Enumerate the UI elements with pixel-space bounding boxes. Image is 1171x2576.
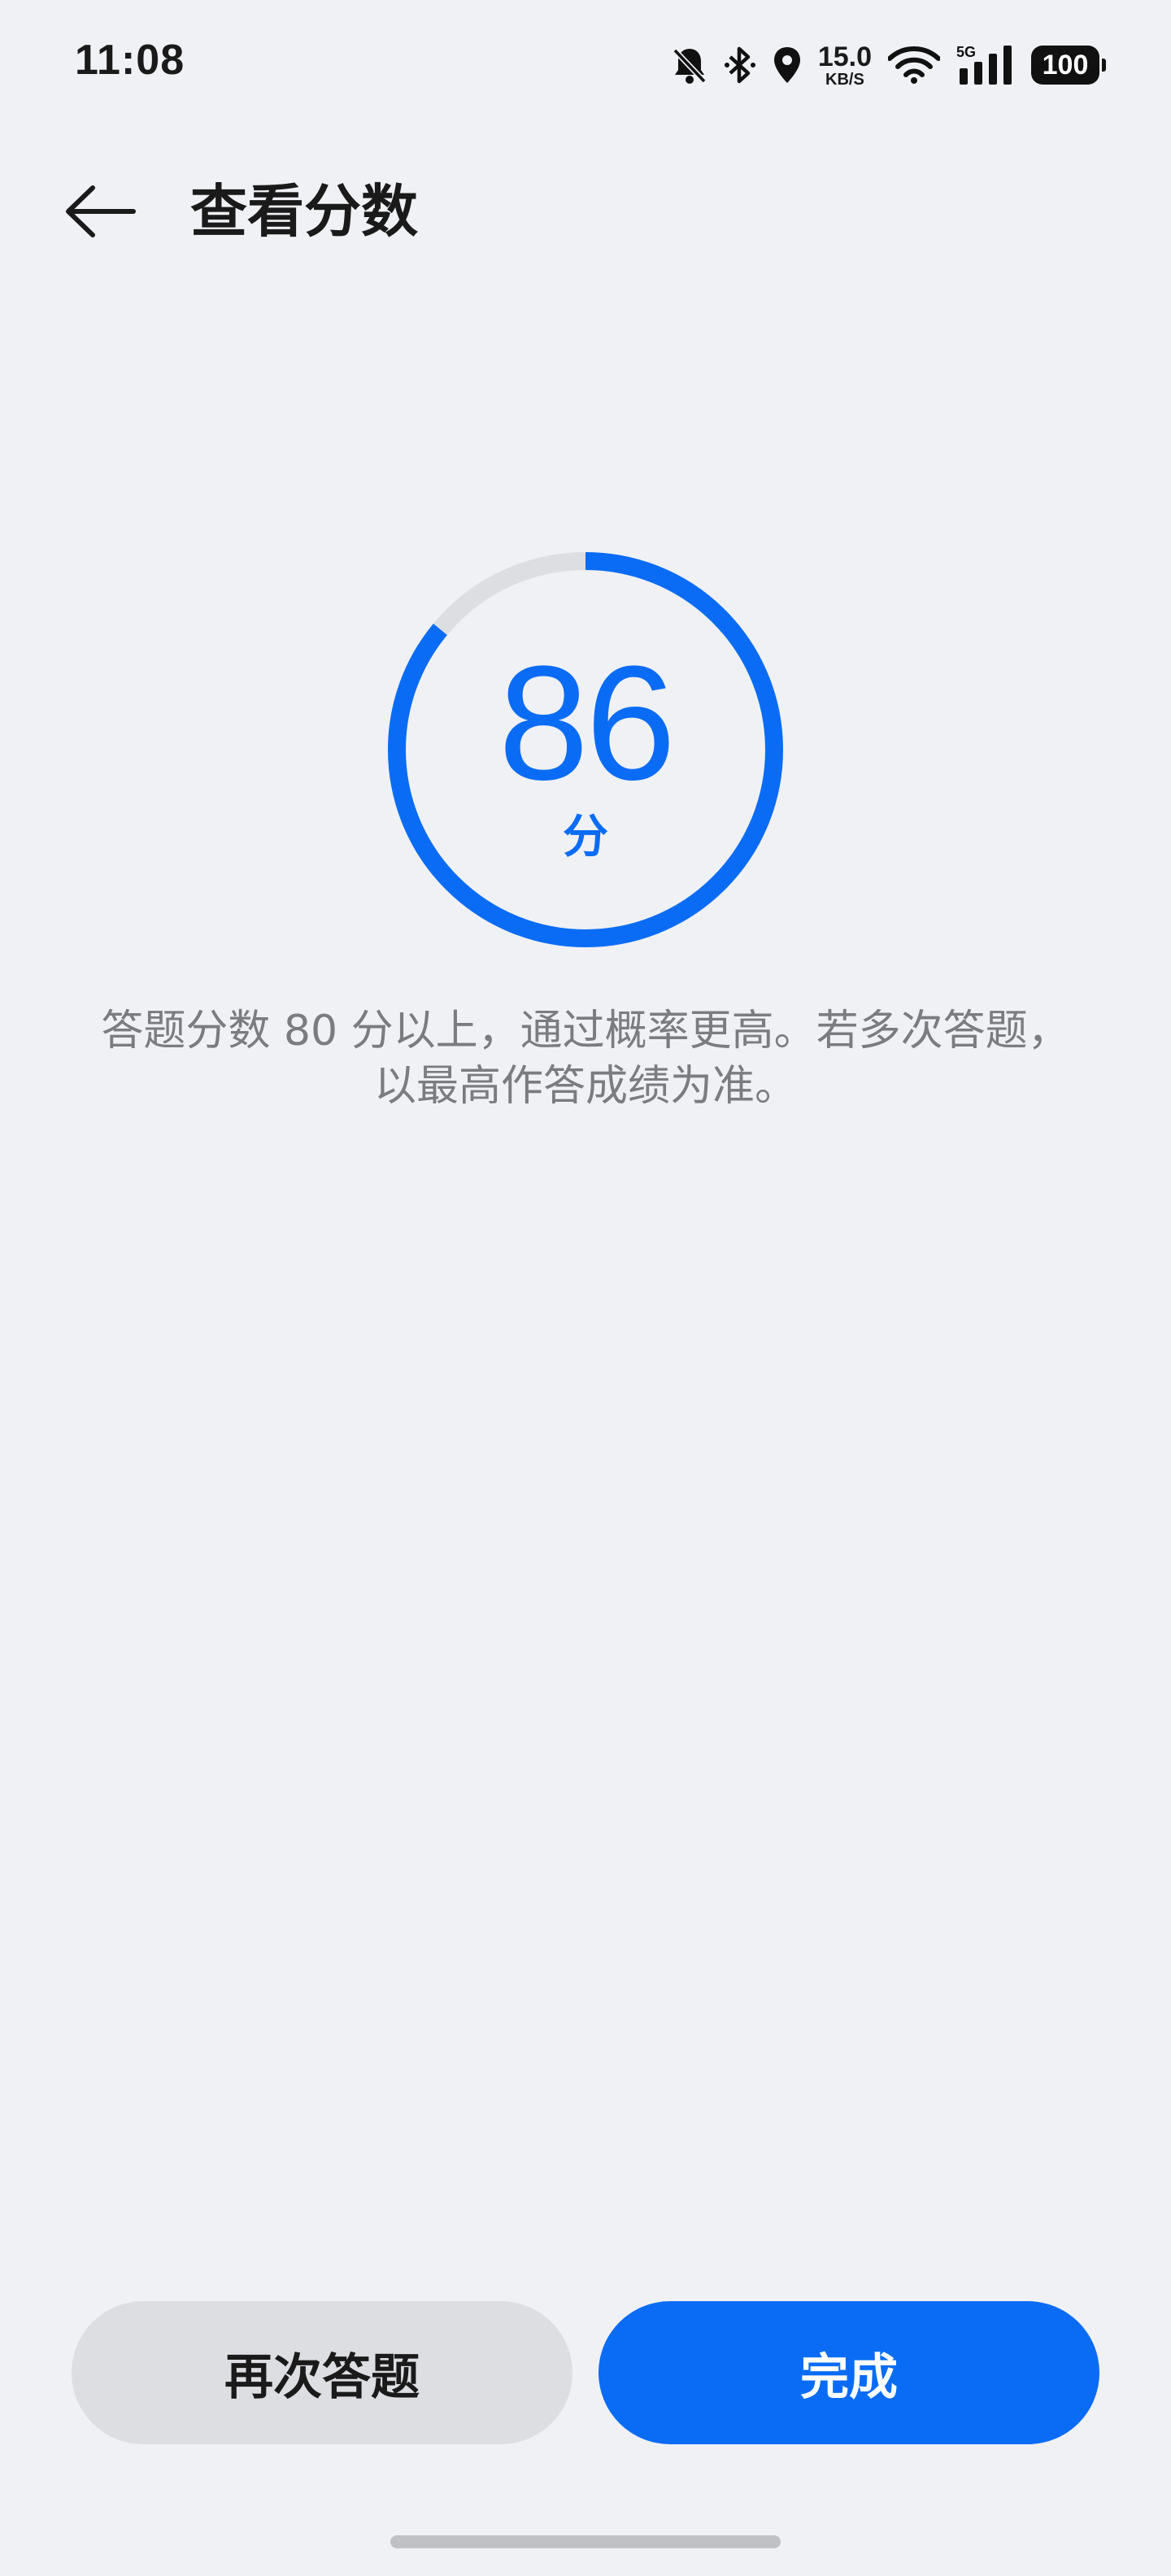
battery-icon: 100: [1031, 46, 1106, 85]
score-unit: 分: [563, 811, 608, 864]
mute-bell-icon: [672, 46, 707, 85]
network-type-label: 5G: [956, 44, 976, 60]
battery-level: 100: [1042, 49, 1089, 80]
score-ring: 86 分: [382, 546, 789, 953]
status-bar: 11:08 15.0 KB/S 5G 100: [0, 0, 1171, 130]
back-arrow-icon: [66, 185, 136, 237]
back-button[interactable]: [55, 174, 145, 249]
status-icons: 15.0 KB/S 5G 100: [672, 39, 1106, 91]
done-button[interactable]: 完成: [599, 2301, 1099, 2444]
score-description: 答题分数 80 分以上，通过概率更高。若多次答题，以最高作答成绩为准。: [101, 1007, 1070, 1111]
network-speed: 15.0 KB/S: [818, 43, 872, 88]
home-indicator[interactable]: [390, 2535, 781, 2548]
location-icon: [773, 46, 802, 85]
score-value: 86: [498, 633, 676, 814]
page-title: 查看分数: [190, 178, 418, 245]
wifi-icon: [888, 46, 940, 85]
header: 查看分数: [0, 154, 1171, 268]
network-speed-unit: KB/S: [825, 70, 864, 89]
network-speed-value: 15.0: [817, 41, 872, 72]
bluetooth-icon: [724, 46, 756, 85]
retry-button[interactable]: 再次答题: [72, 2301, 572, 2444]
signal-icon: 5G: [956, 44, 1015, 86]
status-time: 11:08: [75, 37, 185, 84]
